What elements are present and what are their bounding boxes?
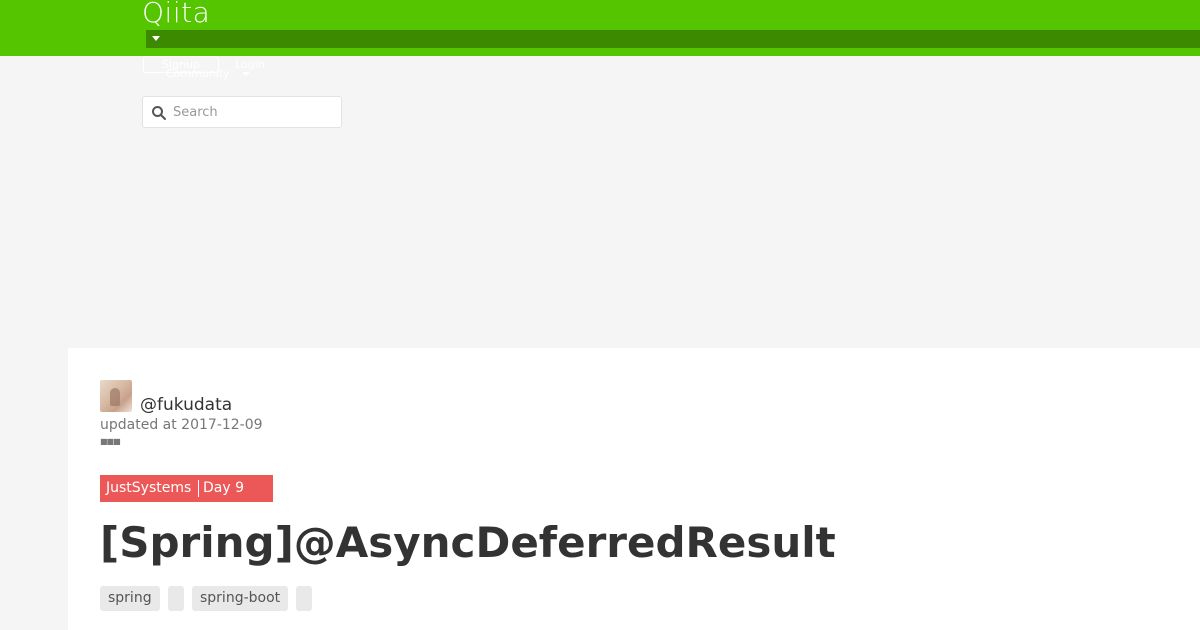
top-header: Qiita — [0, 0, 1200, 56]
calendar-name: JustSystems — [106, 480, 192, 496]
updated-at-text: updated at 2017-12-09 — [100, 417, 263, 433]
search-icon — [152, 106, 166, 120]
more-dots-icon[interactable]: ■■■ — [100, 438, 121, 446]
tag-blank[interactable] — [168, 586, 184, 611]
global-dropdown-bar[interactable] — [146, 30, 1200, 48]
author-username[interactable]: @fukudata — [140, 395, 232, 415]
tag-spring-boot[interactable]: spring-boot — [192, 586, 289, 611]
tag-blank[interactable] — [296, 586, 312, 611]
search-box[interactable] — [142, 96, 342, 128]
calendar-day: Day 9 — [203, 480, 245, 496]
avatar[interactable] — [100, 380, 132, 412]
calendar-divider — [198, 480, 199, 497]
qiita-logo[interactable]: Qiita — [142, 0, 210, 29]
advent-calendar-banner[interactable]: JustSystems Day 9 — [100, 475, 273, 502]
community-caret-icon[interactable] — [242, 72, 250, 76]
tag-spring[interactable]: spring — [100, 586, 160, 611]
login-link[interactable]: Login — [235, 58, 265, 71]
caret-down-icon[interactable] — [152, 36, 160, 41]
article-card: @fukudata updated at 2017-12-09 ■■■ Just… — [68, 348, 1200, 630]
search-input[interactable] — [173, 102, 333, 122]
article-title: [Spring]@AsyncDeferredResult — [100, 518, 836, 567]
community-menu[interactable]: Community — [166, 67, 230, 80]
